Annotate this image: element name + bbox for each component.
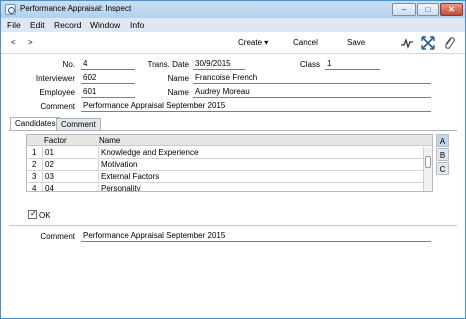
name-cell[interactable]: Motivation [101, 160, 137, 169]
interviewer-label: Interviewer [35, 74, 75, 83]
class-label: Class [299, 60, 320, 69]
cancel-button[interactable]: Cancel [293, 38, 318, 47]
table-row[interactable]: 1 01 Knowledge and Experience [27, 147, 423, 159]
column-divider [42, 147, 43, 159]
chevron-down-icon: ▾ [264, 38, 269, 47]
factor-cell[interactable]: 04 [45, 184, 54, 191]
column-divider [42, 183, 43, 191]
card-b-button[interactable]: B [436, 148, 449, 161]
maximize-button[interactable]: □ [417, 3, 439, 16]
factors-table: Factor Name 1 01 Knowledge and Experienc… [26, 134, 433, 192]
window-title: Performance Appraisal: Inspect [20, 4, 132, 13]
tab-candidates[interactable]: Candidates [10, 117, 61, 130]
trans-date-label: Trans. Date [147, 60, 190, 69]
create-button[interactable]: Create ▾ [238, 38, 268, 47]
attachment-icon[interactable] [442, 36, 456, 50]
menu-file[interactable]: File [7, 20, 21, 30]
employee-field[interactable]: 601 [81, 87, 135, 98]
class-field[interactable]: 1 [325, 59, 380, 70]
interviewer-field[interactable]: 602 [81, 73, 135, 84]
section-divider [9, 225, 457, 226]
comment-label: Comment [40, 102, 75, 111]
save-button[interactable]: Save [347, 38, 365, 47]
name-cell[interactable]: External Factors [101, 172, 159, 181]
minimize-icon: – [401, 5, 407, 14]
create-label: Create [238, 38, 263, 47]
comment-field[interactable]: Performance Appraisal September 2015 [81, 101, 431, 112]
interviewer-name-field[interactable]: Francoise French [193, 73, 431, 84]
app-icon [5, 4, 16, 15]
employee-name-field[interactable]: Audrey Moreau [193, 87, 431, 98]
vertical-scrollbar[interactable] [423, 147, 432, 191]
row-number: 2 [32, 160, 37, 169]
previous-record-button[interactable]: < [11, 38, 16, 47]
menu-bar: File Edit Record Window Info [1, 18, 465, 32]
column-header-factor: Factor [44, 136, 67, 145]
activity-icon[interactable] [400, 36, 414, 50]
column-divider [98, 183, 99, 191]
menu-edit[interactable]: Edit [30, 20, 45, 30]
table-row[interactable]: 4 04 Personality [27, 183, 423, 192]
no-label: No. [62, 60, 75, 69]
column-divider [98, 147, 99, 159]
close-button[interactable]: ✕ [440, 3, 463, 16]
column-header-name: Name [99, 136, 121, 145]
inspect-window: Performance Appraisal: Inspect – □ ✕ Fil… [0, 0, 466, 319]
row-number: 3 [32, 172, 37, 181]
employee-name-label: Name [167, 88, 189, 97]
table-row[interactable]: 3 03 External Factors [27, 171, 423, 183]
column-divider [98, 159, 99, 171]
expand-icon[interactable] [421, 36, 435, 50]
ok-checkbox[interactable] [28, 209, 37, 219]
table-header: Factor Name [27, 135, 432, 146]
minimize-button[interactable]: – [392, 3, 416, 16]
scrollbar-thumb[interactable] [425, 156, 431, 168]
next-record-button[interactable]: > [28, 38, 33, 47]
employee-label: Employee [39, 88, 75, 97]
footer-comment-field[interactable]: Performance Appraisal September 2015 [81, 231, 431, 242]
tab-divider [9, 130, 457, 131]
menu-window[interactable]: Window [90, 20, 120, 30]
name-cell[interactable]: Knowledge and Experience [101, 148, 198, 157]
row-number: 4 [32, 184, 37, 192]
column-divider [42, 171, 43, 183]
table-row[interactable]: 2 02 Motivation [27, 159, 423, 171]
footer-comment-label: Comment [40, 232, 75, 241]
interviewer-name-label: Name [167, 74, 189, 83]
menu-info[interactable]: Info [130, 20, 144, 30]
factor-cell[interactable]: 02 [45, 160, 54, 169]
no-field[interactable]: 4 [81, 59, 135, 70]
toolbar: < > Create ▾ Cancel Save [1, 32, 465, 54]
title-bar: Performance Appraisal: Inspect – □ ✕ [1, 1, 465, 18]
factor-cell[interactable]: 03 [45, 172, 54, 181]
column-divider [42, 159, 43, 171]
ok-label: OK [39, 211, 51, 220]
factor-cell[interactable]: 01 [45, 148, 54, 157]
maximize-icon: □ [425, 5, 431, 14]
card-a-button[interactable]: A [436, 134, 449, 147]
menu-record[interactable]: Record [54, 20, 81, 30]
card-c-button[interactable]: C [436, 162, 449, 175]
name-cell[interactable]: Personality [101, 184, 141, 191]
close-icon: ✕ [448, 5, 455, 14]
trans-date-field[interactable]: 30/9/2015 [193, 59, 245, 70]
row-number: 1 [32, 148, 37, 157]
column-divider [98, 171, 99, 183]
